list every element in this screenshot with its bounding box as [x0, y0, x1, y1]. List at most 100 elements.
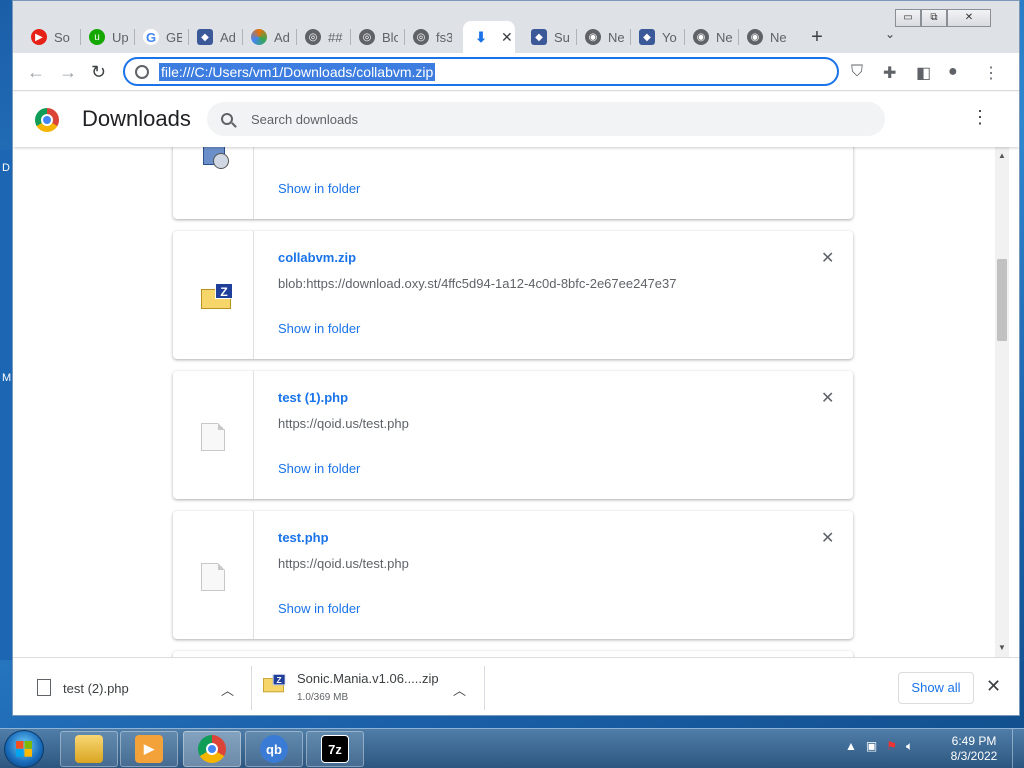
downloads-menu-icon[interactable]: ⋮: [971, 108, 989, 126]
tab-title: GB: [166, 29, 182, 45]
scrollbar-thumb[interactable]: [997, 259, 1007, 341]
tab[interactable]: u Up: [79, 21, 128, 53]
show-all-button[interactable]: Show all: [898, 672, 974, 704]
colorful-icon: [251, 29, 267, 45]
globe-icon: ◎: [305, 29, 321, 45]
shield-icon: ◆: [639, 29, 655, 45]
tab-title: fs3: [436, 29, 452, 45]
maximize-button[interactable]: ⧉: [921, 9, 947, 27]
url-text[interactable]: file:///C:/Users/vm1/Downloads/collabvm.…: [159, 62, 436, 81]
network-icon[interactable]: ▣: [866, 739, 877, 754]
reload-icon[interactable]: ↻: [91, 62, 106, 82]
tab-search-chevron-icon[interactable]: ⌄: [885, 27, 895, 41]
tab[interactable]: ◆ Yo: [629, 21, 678, 53]
tab[interactable]: ◎ Blc: [349, 21, 398, 53]
show-desktop-button[interactable]: [1012, 729, 1024, 768]
download-icon: ⬇: [475, 28, 487, 45]
forward-arrow-icon[interactable]: →: [59, 62, 77, 82]
show-in-folder-link[interactable]: Show in folder: [278, 321, 360, 336]
document-icon: [201, 563, 225, 591]
download-filename[interactable]: test (1).php: [278, 390, 348, 405]
chrome-logo-icon: [35, 108, 59, 132]
taskbar-qbittorrent[interactable]: qb: [245, 731, 303, 767]
zip-icon: Z: [263, 674, 286, 694]
tab-title: So: [54, 29, 70, 45]
shelf-item[interactable]: test (2).php ︿: [13, 658, 249, 715]
chevron-up-icon[interactable]: ︿: [453, 680, 466, 699]
tab[interactable]: ◉ Ne: [575, 21, 624, 53]
tab-title: Su: [554, 29, 570, 45]
tab-title: ##: [328, 29, 343, 45]
download-url[interactable]: https://qoid.us/test.php: [278, 556, 409, 571]
tab[interactable]: ◉ Ne: [683, 21, 732, 53]
show-in-folder-link[interactable]: Show in folder: [278, 181, 360, 196]
side-panel-icon[interactable]: ◧: [916, 63, 931, 83]
tab-strip: ▶ So u Up G GB ◆ Ad Ad ◎ ## ◎ B: [13, 1, 1019, 53]
close-tab-icon[interactable]: ✕: [501, 29, 513, 46]
shield-icon: ◆: [197, 29, 213, 45]
tab[interactable]: ◆ Su: [521, 21, 570, 53]
taskbar-7zip[interactable]: 7z: [306, 731, 364, 767]
shelf-filename: Sonic.Mania.v1.06.....zip: [297, 671, 439, 686]
action-center-flag-icon[interactable]: ⚑: [886, 739, 897, 754]
remove-download-icon[interactable]: ✕: [821, 528, 834, 548]
search-downloads-input[interactable]: Search downloads: [207, 102, 885, 136]
clock-date: 8/3/2022: [950, 749, 998, 763]
downloads-header: Downloads Search downloads ⋮: [13, 92, 1019, 147]
taskbar-clock[interactable]: 6:49 PM 8/3/2022: [940, 734, 1008, 764]
globe-icon[interactable]: [135, 64, 149, 79]
7zip-icon: 7z: [321, 735, 349, 763]
remove-download-icon[interactable]: ✕: [821, 388, 834, 408]
back-arrow-icon[interactable]: ←: [27, 62, 45, 82]
profile-icon[interactable]: ●: [948, 63, 958, 81]
tab[interactable]: ◎ ##: [295, 21, 344, 53]
volume-icon[interactable]: 🔈︎: [906, 739, 913, 754]
close-shelf-icon[interactable]: ✕: [986, 676, 1001, 697]
remove-download-icon[interactable]: ✕: [821, 248, 834, 268]
new-tab-button[interactable]: +: [805, 25, 829, 49]
show-in-folder-link[interactable]: Show in folder: [278, 601, 360, 616]
search-placeholder: Search downloads: [251, 111, 358, 127]
download-url[interactable]: blob:https://download.oxy.st/4ffc5d94-1a…: [278, 276, 676, 291]
chevron-up-icon[interactable]: ︿: [221, 680, 234, 699]
minimize-button[interactable]: ▭: [895, 9, 921, 27]
tab[interactable]: ◉ Ne: [737, 21, 786, 53]
start-button[interactable]: [4, 730, 44, 768]
scroll-up-arrow-icon[interactable]: ▲: [998, 151, 1006, 160]
shelf-item[interactable]: Z Sonic.Mania.v1.06.....zip 1.0/369 MB ︿: [253, 658, 483, 715]
tab-downloads[interactable]: ⬇ ✕: [463, 21, 515, 53]
globe-icon: ◎: [359, 29, 375, 45]
tab-title: Blc: [382, 29, 398, 45]
document-icon: [201, 423, 225, 451]
tray-expand-icon[interactable]: ▲: [845, 739, 857, 754]
tab[interactable]: Ad: [241, 21, 290, 53]
tab-title: Ne: [608, 29, 624, 45]
desktop-icon-label: M: [2, 372, 12, 384]
scroll-down-arrow-icon[interactable]: ▼: [998, 643, 1006, 652]
download-card: test (1).php https://qoid.us/test.php Sh…: [173, 371, 853, 499]
chrome-icon: [198, 735, 226, 763]
download-filename[interactable]: collabvm.zip: [278, 250, 356, 265]
tab[interactable]: ▶ So: [21, 21, 70, 53]
shield-extension-icon[interactable]: ⛉: [851, 63, 863, 81]
tab-title: Yo: [662, 29, 677, 45]
puzzle-extensions-icon[interactable]: ✚: [883, 63, 896, 83]
chrome-gray-icon: ◉: [585, 29, 601, 45]
page-scrollbar[interactable]: ▲ ▼: [995, 147, 1009, 657]
close-window-button[interactable]: ✕: [947, 9, 991, 27]
tab[interactable]: ◆ Ad: [187, 21, 236, 53]
taskbar-chrome[interactable]: [183, 731, 241, 767]
tab[interactable]: ◎ fs3: [403, 21, 452, 53]
page-title: Downloads: [82, 106, 191, 131]
download-url[interactable]: https://qoid.us/test.php: [278, 416, 409, 431]
address-bar[interactable]: file:///C:/Users/vm1/Downloads/collabvm.…: [123, 57, 839, 86]
show-in-folder-link[interactable]: Show in folder: [278, 461, 360, 476]
google-icon: G: [143, 29, 159, 45]
menu-kebab-icon[interactable]: ⋮: [983, 63, 999, 83]
taskbar-media-player[interactable]: ▶: [120, 731, 178, 767]
media-player-icon: ▶: [135, 735, 163, 763]
download-filename[interactable]: test.php: [278, 530, 329, 545]
taskbar-explorer[interactable]: [60, 731, 118, 767]
clock-time: 6:49 PM: [951, 734, 997, 748]
tab[interactable]: G GB: [133, 21, 182, 53]
